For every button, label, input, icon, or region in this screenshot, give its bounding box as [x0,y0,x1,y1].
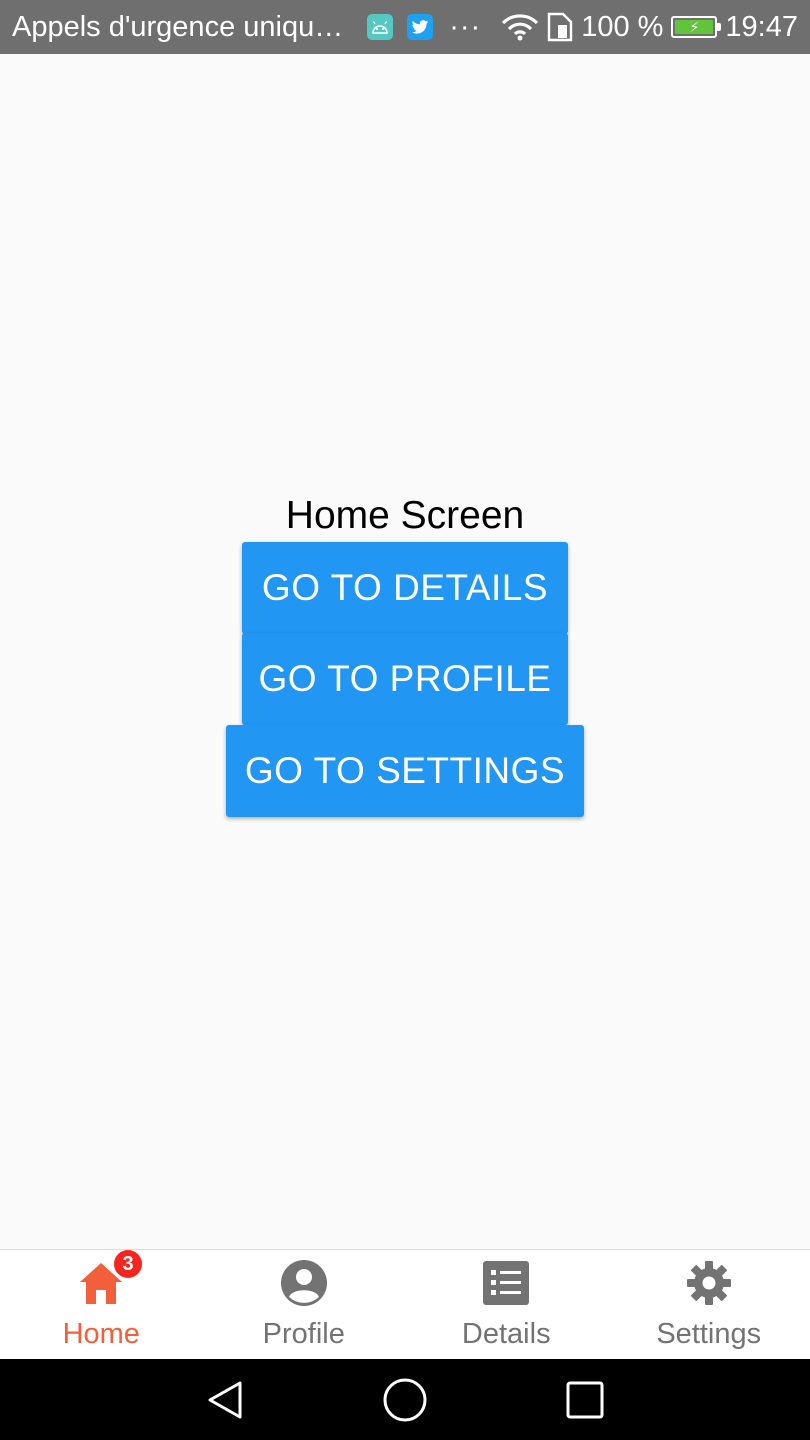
battery-tip [717,23,722,31]
tab-label-details: Details [461,1318,551,1350]
more-notifications-icon: ··· [449,10,482,43]
tab-label-home: Home [62,1318,140,1350]
notification-text: Appels d'urgence uniqu… [12,10,344,43]
phone-screen: Appels d'urgence uniqu… ··· 100 % ⚡ 19:4… [0,0,810,1440]
charging-bolt-icon: ⚡ [689,18,700,35]
go-to-settings-button[interactable]: GO TO SETTINGS [226,725,584,817]
battery-icon: ⚡ [671,16,722,38]
status-right: 100 % ⚡ 19:47 [501,11,798,44]
bottom-tab-bar: 3 Home Profile Details Settings [0,1249,810,1359]
status-bar: Appels d'urgence uniqu… ··· 100 % ⚡ 19:4… [0,0,810,54]
go-to-profile-button[interactable]: GO TO PROFILE [242,633,568,725]
page-title: Home Screen [285,494,525,537]
twitter-icon [407,14,434,40]
gear-icon [684,1258,734,1308]
battery-percent: 100 % [581,10,664,43]
notification-badge: 3 [114,1250,142,1278]
back-icon[interactable] [202,1377,248,1423]
recent-apps-icon[interactable] [562,1377,608,1423]
tab-profile[interactable]: Profile [203,1250,406,1359]
system-navigation-bar [0,1359,810,1440]
tab-home[interactable]: 3 Home [0,1250,203,1359]
tab-label-settings: Settings [656,1318,762,1350]
status-left: Appels d'urgence uniqu… ··· [12,11,501,44]
go-to-details-button[interactable]: GO TO DETAILS [242,542,568,634]
home-circle-icon[interactable] [382,1377,428,1423]
account-circle-icon [279,1258,329,1308]
tab-settings[interactable]: Settings [608,1250,810,1359]
tab-details[interactable]: Details [405,1250,608,1359]
sim-card-icon [547,12,573,42]
list-icon [481,1258,531,1308]
home-screen-content: Home Screen GO TO DETAILS GO TO PROFILE … [0,54,810,1249]
wifi-icon [501,13,539,41]
android-app-icon [367,14,394,40]
tab-label-profile: Profile [262,1318,345,1350]
clock: 19:47 [725,10,798,43]
